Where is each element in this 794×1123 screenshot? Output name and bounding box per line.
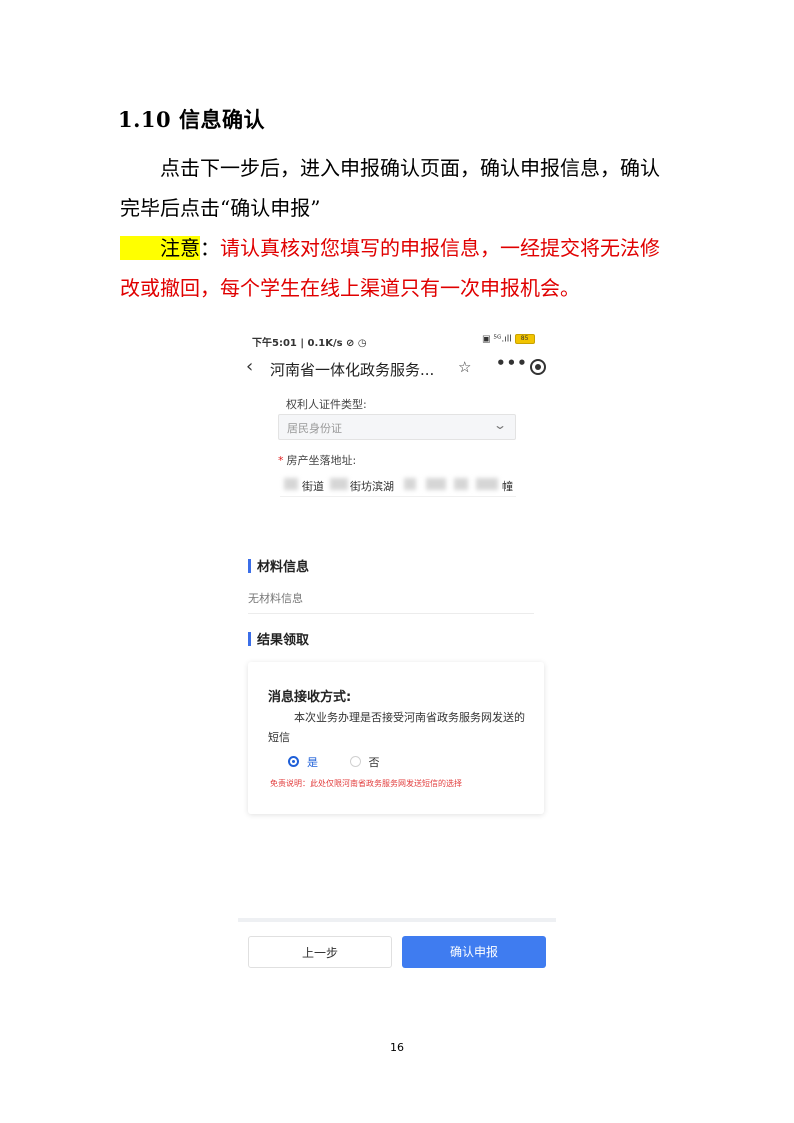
card-title: 消息接收方式: — [268, 690, 352, 705]
redacted-block — [330, 478, 348, 490]
more-icon[interactable]: ••• — [496, 354, 528, 372]
radio-yes-label[interactable]: 是 — [307, 756, 318, 769]
status-bar-left: 下午5:01 | 0.1K/s ⊘ ◷ — [252, 334, 367, 349]
status-time-speed: 下午5:01 | 0.1K/s — [252, 338, 343, 349]
address-label: * 房产坐落地址: — [278, 452, 356, 468]
id-type-value: 居民身份证 — [287, 422, 342, 435]
battery-icon: 85 — [514, 334, 535, 344]
required-mark: * — [278, 454, 284, 467]
instruction-paragraph: 点击下一步后，进入申报确认页面，确认申报信息，确认完毕后点击“确认申报” — [120, 156, 660, 220]
id-type-label: 权利人证件类型: — [286, 398, 367, 411]
sms-radio-group: 是 否 — [288, 754, 380, 770]
footer-divider — [238, 918, 556, 922]
prev-step-button[interactable]: 上一步 — [248, 936, 392, 968]
radio-yes[interactable] — [288, 756, 299, 767]
note-label: 注意 — [120, 236, 200, 260]
confirm-submit-button[interactable]: 确认申报 — [402, 936, 546, 968]
phone-screenshot: 下午5:01 | 0.1K/s ⊘ ◷ ▣ ⁵ᴳ.ıll 85 ‹ 河南省一体化… — [238, 330, 556, 980]
star-icon[interactable]: ☆ — [458, 358, 471, 376]
note-colon: ： — [200, 236, 220, 260]
card-description: 本次业务办理是否接受河南省政务服务网发送的短信 — [268, 711, 525, 744]
redacted-block — [404, 478, 416, 490]
redacted-block — [284, 478, 298, 490]
section-heading: 1.10 信息确认 — [118, 107, 265, 132]
signal-icon: ▣ ⁵ᴳ.ıll — [482, 334, 512, 345]
address-part-1: 街道 — [302, 480, 324, 493]
disclaimer-text: 免责说明：此处仅限河南省政务服务网发送短信的选择 — [270, 779, 462, 788]
address-label-text: 房产坐落地址: — [286, 454, 357, 467]
radio-no-label[interactable]: 否 — [369, 756, 380, 769]
divider — [248, 613, 534, 614]
redacted-block — [426, 478, 446, 490]
note-paragraph: 注意：请认真核对您填写的申报信息，一经提交将无法修改或撤回，每个学生在线上渠道只… — [120, 228, 676, 308]
sms-card: 消息接收方式: 本次业务办理是否接受河南省政务服务网发送的短信 是 否 免责说明… — [248, 662, 544, 814]
status-icons: ⊘ ◷ — [346, 338, 367, 349]
result-section-title: 结果领取 — [248, 629, 309, 648]
materials-title-text: 材料信息 — [257, 560, 310, 575]
address-field[interactable]: 街道 街坊滨湖 幢 — [280, 472, 516, 497]
result-title-text: 结果领取 — [257, 633, 310, 648]
no-materials-text: 无材料信息 — [248, 592, 303, 605]
address-part-2: 街坊滨湖 — [350, 480, 394, 493]
redacted-block — [454, 478, 468, 490]
address-part-3: 幢 — [502, 480, 513, 493]
section-bar — [248, 559, 251, 573]
radio-no[interactable] — [349, 756, 361, 767]
page-number: 16 — [390, 1041, 404, 1054]
chevron-down-icon: ⌄ — [492, 418, 508, 432]
id-type-select[interactable]: 居民身份证 ⌄ — [278, 414, 516, 440]
back-icon[interactable]: ‹ — [246, 356, 253, 377]
materials-section-title: 材料信息 — [248, 556, 309, 575]
status-bar-right: ▣ ⁵ᴳ.ıll 85 — [482, 334, 535, 345]
nav-title: 河南省一体化政务服务... — [270, 361, 435, 379]
section-bar — [248, 632, 251, 646]
nav-bar: ‹ 河南省一体化政务服务... ☆ ••• — [244, 354, 550, 382]
redacted-block — [476, 478, 498, 490]
target-icon[interactable] — [530, 359, 546, 375]
